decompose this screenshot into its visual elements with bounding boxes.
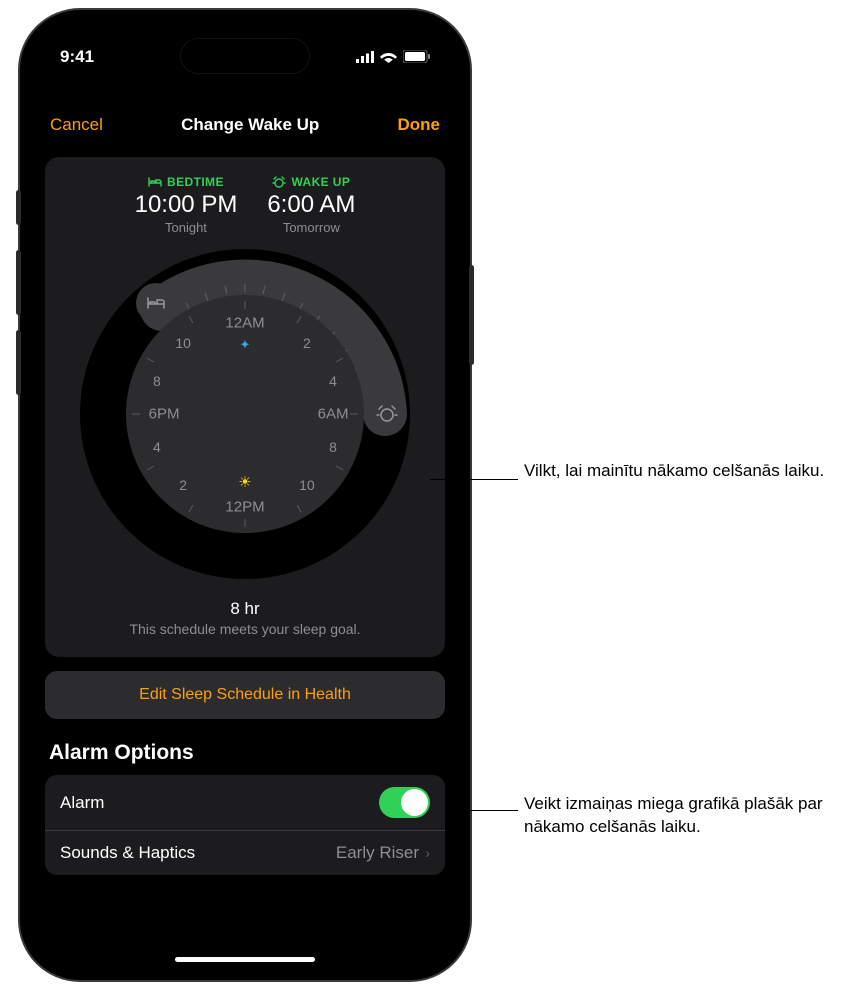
tick-4b: 4 [153,439,161,455]
alarm-icon [272,176,286,188]
nav-bar: Cancel Change Wake Up Done [30,75,460,147]
chevron-right-icon: › [425,845,430,862]
done-button[interactable]: Done [398,115,441,135]
sleep-summary: 8 hr This schedule meets your sleep goal… [55,599,435,637]
wakeup-handle[interactable] [367,394,407,434]
callout-1: Vilkt, lai mainītu nākamo celšanās laiku… [524,460,844,483]
tick-12pm: 12PM [225,498,264,515]
side-button [16,190,21,225]
edit-schedule-button[interactable]: Edit Sleep Schedule in Health [45,671,445,719]
tick-6pm: 6PM [149,406,180,423]
tick-6am: 6AM [318,406,349,423]
schedule-card: BEDTIME 10:00 PM Tonight WAKE UP 6:00 AM… [45,157,445,657]
alarm-options-header: Alarm Options [49,741,441,765]
iphone-frame: 9:41 Cancel Change Wake Up Done BEDTIME [20,10,470,980]
callout-line-2 [455,810,518,811]
cellular-icon [356,51,374,63]
alarm-icon [376,404,398,424]
sleep-dial[interactable]: 12AM 2 4 6AM 8 10 12PM 2 4 6PM 8 10 ✦ ☀ [80,249,410,579]
bedtime-label: BEDTIME [135,175,238,189]
volume-up-button [16,250,21,315]
bedtime-handle[interactable] [136,283,176,323]
wakeup-block: WAKE UP 6:00 AM Tomorrow [267,175,355,235]
tick-12am: 12AM [225,315,264,332]
times-row: BEDTIME 10:00 PM Tonight WAKE UP 6:00 AM… [55,175,435,235]
home-indicator[interactable] [175,957,315,962]
tick-10: 10 [299,477,315,493]
bedtime-block: BEDTIME 10:00 PM Tonight [135,175,238,235]
alarm-options-list: Alarm Sounds & Haptics Early Riser › [45,775,445,875]
sounds-label: Sounds & Haptics [60,843,195,863]
wakeup-value: 6:00 AM [267,191,355,219]
content: BEDTIME 10:00 PM Tonight WAKE UP 6:00 AM… [30,147,460,885]
cancel-button[interactable]: Cancel [50,115,103,135]
wakeup-sub: Tomorrow [267,220,355,235]
sounds-row[interactable]: Sounds & Haptics Early Riser › [45,831,445,875]
sleep-hours: 8 hr [55,599,435,619]
alarm-toggle[interactable] [379,787,430,818]
callout-2: Veikt izmaiņas miega grafikā plašāk par … [524,793,844,839]
bedtime-value: 10:00 PM [135,191,238,219]
callout-line-1 [430,479,518,480]
sun-icon: ☀ [238,473,251,491]
alarm-row[interactable]: Alarm [45,775,445,831]
battery-icon [403,50,430,63]
wakeup-label: WAKE UP [267,175,355,189]
tick-4: 4 [329,373,337,389]
bed-icon [148,177,162,187]
status-icons [356,50,430,63]
bedtime-sub: Tonight [135,220,238,235]
screen: 9:41 Cancel Change Wake Up Done BEDTIME [30,20,460,970]
tick-10b: 10 [175,335,191,351]
tick-8b: 8 [153,373,161,389]
volume-down-button [16,330,21,395]
dynamic-island [180,38,310,74]
wifi-icon [380,51,397,63]
sleep-goal-text: This schedule meets your sleep goal. [55,621,435,637]
power-button [469,265,474,365]
tick-8: 8 [329,439,337,455]
nav-title: Change Wake Up [181,115,319,135]
sounds-value: Early Riser [336,843,419,863]
tick-2: 2 [303,335,311,351]
status-time: 9:41 [60,47,94,67]
dial-face: 12AM 2 4 6AM 8 10 12PM 2 4 6PM 8 10 ✦ ☀ [126,295,364,533]
alarm-label: Alarm [60,793,104,813]
stars-icon: ✦ [240,337,251,353]
bed-icon [146,296,166,310]
tick-2b: 2 [179,477,187,493]
